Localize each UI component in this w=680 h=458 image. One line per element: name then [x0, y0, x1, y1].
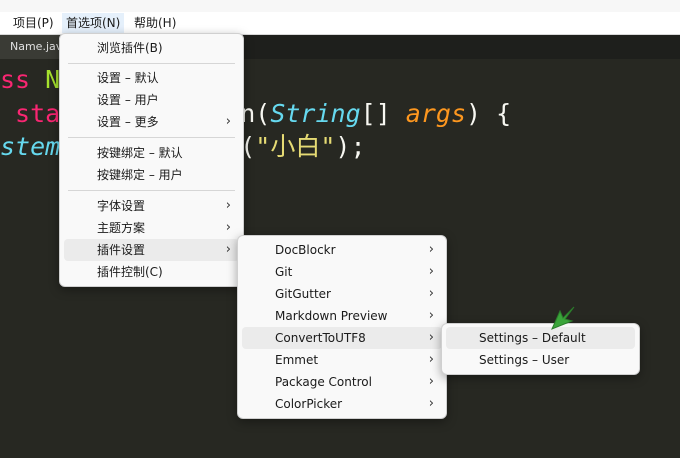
- menu-separator: [68, 190, 235, 191]
- menu-item-label: 插件设置: [97, 243, 146, 257]
- code-type: stem: [0, 132, 61, 161]
- menu-item-label: 字体设置: [97, 199, 146, 213]
- menu-item-label: Package Control: [275, 375, 372, 389]
- code-plain: n(: [240, 99, 271, 128]
- menu-item-keybindings-default[interactable]: 按键绑定 – 默认: [64, 142, 239, 164]
- submenu-item-emmet[interactable]: Emmet ›: [242, 349, 442, 371]
- menu-project[interactable]: 项目(P): [9, 13, 58, 33]
- menu-item-label: 浏览插件(B): [97, 41, 163, 55]
- menu-item-label: ConvertToUTF8: [275, 331, 366, 345]
- converttoutf8-submenu: Settings – Default Settings – User: [441, 323, 640, 375]
- menu-separator: [68, 137, 235, 138]
- title-strip: [0, 0, 680, 12]
- menu-item-font-settings[interactable]: 字体设置 ›: [64, 195, 239, 217]
- menu-item-settings-user[interactable]: 设置 – 用户: [64, 89, 239, 111]
- submenu-item-settings-default[interactable]: Settings – Default: [446, 327, 635, 349]
- menu-item-label: 插件控制(C): [97, 265, 163, 279]
- code-argument: args: [405, 99, 467, 128]
- code-type: String: [270, 99, 361, 128]
- menu-item-label: 按键绑定 – 用户: [97, 168, 183, 182]
- menu-item-keybindings-user[interactable]: 按键绑定 – 用户: [64, 164, 239, 186]
- menu-item-label: Emmet: [275, 353, 319, 367]
- menu-item-color-scheme[interactable]: 主题方案 ›: [64, 217, 239, 239]
- chevron-right-icon: ›: [225, 242, 231, 257]
- code-plain: ) {: [466, 99, 512, 128]
- preferences-menu: 浏览插件(B) 设置 – 默认 设置 – 用户 设置 – 更多 › 按键绑定 – …: [59, 33, 244, 287]
- submenu-item-gitgutter[interactable]: GitGutter ›: [242, 283, 442, 305]
- chevron-right-icon: ›: [428, 286, 434, 301]
- menu-item-label: ColorPicker: [275, 397, 343, 411]
- menu-item-label: 设置 – 更多: [97, 115, 159, 129]
- menu-item-settings-default[interactable]: 设置 – 默认: [64, 67, 239, 89]
- code-string: "小白": [255, 132, 336, 161]
- menu-item-package-settings[interactable]: 插件设置 ›: [64, 239, 239, 261]
- chevron-right-icon: ›: [428, 308, 434, 323]
- code-keyword: ss: [0, 65, 46, 94]
- submenu-item-settings-user[interactable]: Settings – User: [446, 349, 635, 371]
- chevron-right-icon: ›: [428, 330, 434, 345]
- menu-item-label: DocBlockr: [275, 243, 336, 257]
- menu-item-settings-more[interactable]: 设置 – 更多 ›: [64, 111, 239, 133]
- submenu-item-colorpicker[interactable]: ColorPicker ›: [242, 393, 442, 415]
- mouse-cursor-icon: [551, 306, 575, 330]
- code-plain: );: [335, 132, 366, 161]
- menu-item-label: Markdown Preview: [275, 309, 388, 323]
- code-class: N: [45, 65, 61, 94]
- chevron-right-icon: ›: [225, 220, 231, 235]
- menu-help[interactable]: 帮助(H): [130, 13, 180, 33]
- chevron-right-icon: ›: [225, 114, 231, 129]
- menu-preferences[interactable]: 首选项(N): [62, 13, 125, 33]
- menubar: 项目(P) 首选项(N) 帮助(H): [0, 0, 680, 35]
- menu-item-label: 按键绑定 – 默认: [97, 146, 183, 160]
- menu-item-browse-packages[interactable]: 浏览插件(B): [64, 37, 239, 59]
- submenu-item-docblockr[interactable]: DocBlockr ›: [242, 239, 442, 261]
- menu-item-label: Git: [275, 265, 293, 279]
- chevron-right-icon: ›: [428, 352, 434, 367]
- code-plain: []: [360, 99, 406, 128]
- submenu-item-package-control[interactable]: Package Control ›: [242, 371, 442, 393]
- submenu-item-converttoutf8[interactable]: ConvertToUTF8 ›: [242, 327, 442, 349]
- code-keyword: sta: [0, 99, 61, 128]
- menu-item-label: 设置 – 用户: [97, 93, 159, 107]
- chevron-right-icon: ›: [428, 264, 434, 279]
- chevron-right-icon: ›: [428, 396, 434, 411]
- menu-item-label: 设置 – 默认: [97, 71, 159, 85]
- submenu-item-git[interactable]: Git ›: [242, 261, 442, 283]
- chevron-right-icon: ›: [428, 374, 434, 389]
- chevron-right-icon: ›: [428, 242, 434, 257]
- menu-item-label: Settings – User: [479, 353, 570, 367]
- chevron-right-icon: ›: [225, 198, 231, 213]
- menu-item-label: GitGutter: [275, 287, 331, 301]
- menu-item-label: 主题方案: [97, 221, 146, 235]
- package-settings-submenu: DocBlockr › Git › GitGutter › Markdown Prev…: [237, 235, 447, 419]
- submenu-item-markdown-preview[interactable]: Markdown Preview ›: [242, 305, 442, 327]
- menu-item-package-control[interactable]: 插件控制(C): [64, 261, 239, 283]
- code-line-1: ss N: [0, 63, 60, 97]
- menu-separator: [68, 63, 235, 64]
